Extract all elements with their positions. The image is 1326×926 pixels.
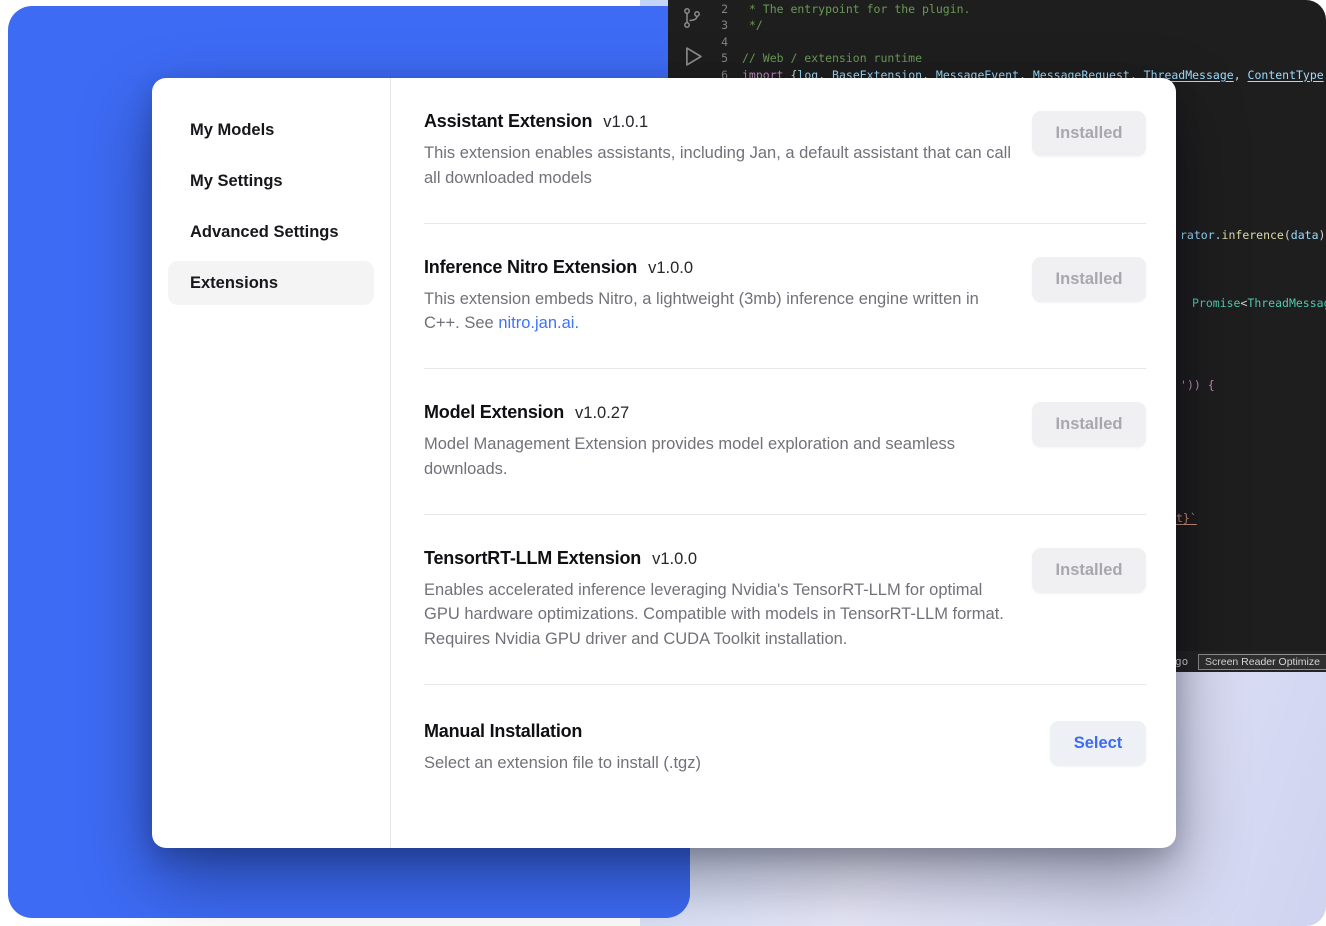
manual-installation-row: Manual Installation Select an extension … [424, 685, 1146, 808]
extension-version: v1.0.0 [648, 259, 693, 278]
code-fragment: Promise<ThreadMessage> [1192, 296, 1326, 310]
extension-version: v1.0.0 [652, 550, 697, 569]
extension-title: Inference Nitro Extension [424, 257, 637, 278]
desktop: 2 * The entrypoint for the plugin.3 */45… [0, 0, 1326, 926]
extension-title: TensortRT-LLM Extension [424, 548, 641, 569]
extension-description: Model Management Extension provides mode… [424, 432, 1012, 482]
extension-version: v1.0.27 [575, 404, 629, 423]
select-file-button[interactable]: Select [1050, 721, 1146, 766]
code-fragment: rator.inference(data)); [1180, 228, 1326, 242]
sidebar-item-my-settings[interactable]: My Settings [168, 159, 374, 203]
code-fragment: t}` [1176, 511, 1197, 525]
settings-sidebar: My Models My Settings Advanced Settings … [152, 78, 391, 848]
sidebar-item-advanced-settings[interactable]: Advanced Settings [168, 210, 374, 254]
extension-title: Model Extension [424, 402, 564, 423]
extension-description: This extension embeds Nitro, a lightweig… [424, 287, 1012, 337]
code-lines: 2 * The entrypoint for the plugin.3 */45… [668, 1, 1326, 83]
extension-version: v1.0.1 [603, 113, 648, 132]
extension-row-inference-nitro: Inference Nitro Extension v1.0.0 This ex… [424, 224, 1146, 370]
status-text: go [1175, 655, 1188, 668]
sidebar-item-my-models[interactable]: My Models [168, 108, 374, 152]
extensions-panel: Assistant Extension v1.0.1 This extensio… [391, 78, 1176, 848]
sidebar-item-extensions[interactable]: Extensions [168, 261, 374, 305]
nitro-jan-ai-link[interactable]: nitro.jan.ai. [498, 314, 579, 332]
installed-button[interactable]: Installed [1032, 111, 1146, 156]
installed-button[interactable]: Installed [1032, 548, 1146, 593]
extension-description: Enables accelerated inference leveraging… [424, 578, 1012, 652]
extension-title: Assistant Extension [424, 111, 592, 132]
extension-description: This extension enables assistants, inclu… [424, 141, 1012, 191]
extension-row-tensorrt-llm: TensortRT-LLM Extension v1.0.0 Enables a… [424, 515, 1146, 685]
settings-modal: My Models My Settings Advanced Settings … [152, 78, 1176, 848]
extension-row-model: Model Extension v1.0.27 Model Management… [424, 369, 1146, 515]
installed-button[interactable]: Installed [1032, 402, 1146, 447]
manual-installation-title: Manual Installation [424, 721, 582, 742]
code-fragment: ')) { [1180, 378, 1215, 392]
screen-reader-badge[interactable]: Screen Reader Optimize [1198, 654, 1326, 670]
extension-row-assistant: Assistant Extension v1.0.1 This extensio… [424, 78, 1146, 224]
installed-button[interactable]: Installed [1032, 257, 1146, 302]
manual-installation-description: Select an extension file to install (.tg… [424, 751, 701, 776]
